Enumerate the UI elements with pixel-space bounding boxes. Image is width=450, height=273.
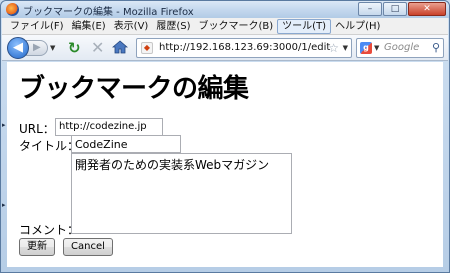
menu-view[interactable]: 表示(V) (110, 19, 153, 34)
site-favicon-icon: ◆ (141, 42, 153, 54)
magnifier-icon[interactable]: ⚲ (432, 41, 440, 54)
url-dropdown-icon[interactable]: ▼ (343, 44, 348, 52)
menu-history[interactable]: 履歴(S) (152, 19, 194, 34)
reload-icon[interactable]: ↻ (68, 39, 81, 57)
search-input[interactable]: Google (384, 42, 419, 53)
menu-bookmarks[interactable]: ブックマーク(B) (195, 19, 278, 34)
menu-edit[interactable]: 編集(E) (68, 19, 110, 34)
home-icon[interactable] (112, 39, 128, 55)
menu-tools[interactable]: ツール(T) (277, 18, 332, 34)
update-button[interactable]: 更新 (19, 238, 55, 256)
forward-button[interactable]: ▶ (26, 40, 48, 56)
sidebar-toggle-icon[interactable]: ▸ (2, 121, 6, 129)
history-dropdown-icon[interactable]: ▼ (50, 44, 55, 52)
cancel-button[interactable]: Cancel (63, 238, 113, 256)
menu-help[interactable]: ヘルプ(H) (331, 19, 384, 34)
window-controls: – □ ✕ (357, 2, 446, 16)
navigation-toolbar: ▶ ◀ ▼ ↻ ✕ ◆ http://192.168.123.69:3000/1… (2, 35, 448, 61)
page-title: ブックマークの編集 (19, 74, 249, 104)
title-input[interactable]: CodeZine (71, 135, 181, 153)
page-content: ブックマークの編集 URL： http://codezine.jp タイトル： … (7, 62, 443, 267)
stop-icon[interactable]: ✕ (91, 38, 104, 57)
title-bar: ブックマークの編集 - Mozilla Firefox – □ ✕ (1, 1, 449, 18)
browser-window: ブックマークの編集 - Mozilla Firefox – □ ✕ ファイル(F… (0, 0, 450, 273)
title-label: タイトル： (19, 139, 80, 153)
window-title: ブックマークの編集 - Mozilla Firefox (23, 7, 194, 18)
forward-arrow-icon: ▶ (33, 42, 41, 53)
firefox-logo-icon (6, 3, 19, 16)
minimize-button[interactable]: – (358, 2, 382, 16)
comment-label: コメント： (19, 223, 80, 237)
back-button[interactable]: ◀ (7, 37, 29, 59)
url-label: URL： (19, 122, 55, 136)
url-input[interactable]: http://codezine.jp (55, 118, 163, 136)
search-bar[interactable]: g ▼ Google ⚲ (356, 38, 444, 58)
sidebar-toggle-icon[interactable]: ▸ (2, 201, 6, 209)
search-engine-icon[interactable]: g (360, 42, 372, 54)
search-engine-dropdown-icon[interactable]: ▼ (374, 44, 379, 52)
star-icon[interactable]: ☆ (328, 41, 339, 55)
maximize-button[interactable]: □ (383, 2, 407, 16)
menu-file[interactable]: ファイル(F) (6, 19, 68, 34)
close-button[interactable]: ✕ (408, 2, 446, 16)
address-bar[interactable]: ◆ http://192.168.123.69:3000/1/edit ☆ ▼ (136, 38, 352, 58)
comment-textarea[interactable]: 開発者のための実装系Webマガジン (71, 153, 292, 234)
menu-bar: ファイル(F) 編集(E) 表示(V) 履歴(S) ブックマーク(B) ツール(… (2, 18, 448, 35)
back-arrow-icon: ◀ (13, 40, 23, 55)
address-input[interactable]: http://192.168.123.69:3000/1/edit (159, 42, 330, 53)
